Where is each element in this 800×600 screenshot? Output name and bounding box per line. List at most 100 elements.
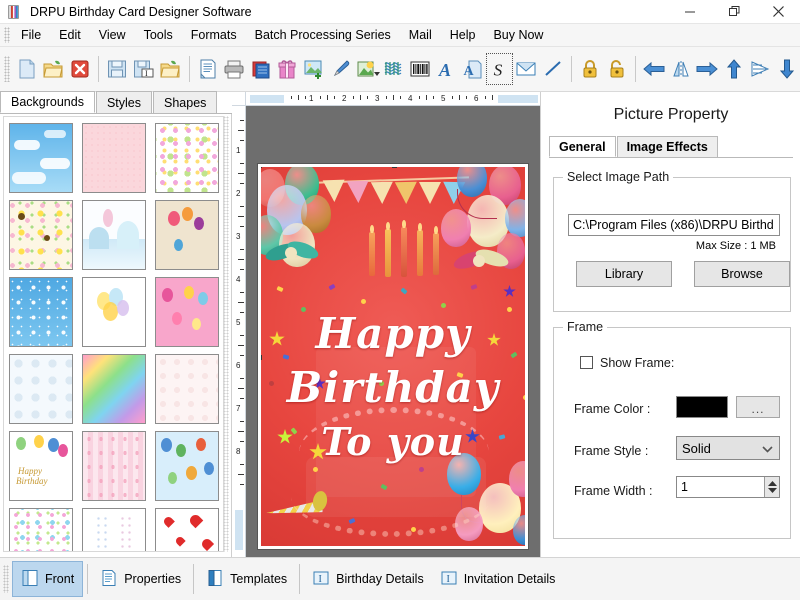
show-frame-checkbox[interactable] (580, 356, 593, 369)
background-thumbnail[interactable] (155, 431, 219, 501)
close-document-icon[interactable] (67, 53, 94, 85)
signature-icon[interactable]: S (486, 53, 513, 85)
close-button[interactable] (756, 0, 800, 24)
pen-icon[interactable] (327, 53, 354, 85)
watermark-icon[interactable] (380, 53, 407, 85)
background-thumbnail[interactable] (155, 123, 219, 193)
background-thumbnail[interactable] (155, 277, 219, 347)
menu-item-edit[interactable]: Edit (50, 25, 90, 45)
flip-horizontal-icon[interactable] (667, 53, 694, 85)
spinner-down-icon (767, 488, 777, 493)
gift-icon[interactable] (274, 53, 301, 85)
tab-styles[interactable]: Styles (95, 91, 153, 113)
spinner-buttons[interactable] (764, 477, 779, 497)
page-setup-icon[interactable] (195, 53, 222, 85)
selection-handle[interactable] (392, 167, 397, 168)
selection-handle[interactable] (258, 548, 262, 549)
tab-general[interactable]: General (549, 136, 616, 157)
menu-item-view[interactable]: View (90, 25, 135, 45)
export-folder-icon[interactable] (157, 53, 184, 85)
save-icon[interactable] (104, 53, 131, 85)
library-button[interactable]: Library (576, 261, 672, 287)
arrow-down-icon[interactable] (774, 53, 800, 85)
bottom-item-templates[interactable]: Templates (198, 561, 295, 597)
open-folder-icon[interactable] (40, 53, 67, 85)
arrow-up-icon[interactable] (721, 53, 748, 85)
background-thumbnail[interactable] (155, 200, 219, 270)
background-thumbnail[interactable] (9, 508, 73, 551)
bottom-item-front[interactable]: Front (12, 561, 84, 597)
minimize-button[interactable] (668, 0, 712, 24)
selection-handle[interactable] (261, 167, 262, 168)
image-gallery-icon[interactable] (354, 53, 381, 85)
toolbar-grip[interactable] (4, 56, 10, 82)
text-on-page-icon[interactable]: A (460, 53, 487, 85)
arrow-right-icon[interactable] (694, 53, 721, 85)
menu-item-buy-now[interactable]: Buy Now (484, 25, 552, 45)
new-document-icon[interactable] (14, 53, 41, 85)
background-thumbnail[interactable] (82, 431, 146, 501)
frame-color-swatch[interactable] (676, 396, 728, 418)
selection-handle[interactable] (526, 548, 528, 549)
bottom-bar-grip[interactable] (3, 565, 9, 593)
image-path-input[interactable]: C:\Program Files (x86)\DRPU Birthd (568, 214, 780, 236)
barcode-icon[interactable] (407, 53, 434, 85)
frame-width-stepper[interactable]: 1 (676, 476, 780, 498)
background-thumbnail[interactable] (82, 123, 146, 193)
selection-handle[interactable] (261, 355, 262, 360)
selection-handle[interactable] (526, 164, 528, 168)
arrow-left-icon[interactable] (641, 53, 668, 85)
chevron-down-icon[interactable] (762, 441, 773, 456)
print-icon[interactable] (221, 53, 248, 85)
background-thumbnail[interactable]: Happy Birthday (9, 431, 73, 501)
menu-item-formats[interactable]: Formats (182, 25, 246, 45)
insert-image-icon[interactable] (301, 53, 328, 85)
frame-color-picker-button[interactable]: ... (736, 396, 780, 418)
tab-image-effects[interactable]: Image Effects (616, 136, 718, 157)
menu-item-file[interactable]: File (12, 25, 50, 45)
background-thumbnail[interactable] (9, 354, 73, 424)
menu-item-mail[interactable]: Mail (400, 25, 441, 45)
frame-width-value: 1 (681, 480, 688, 494)
text-a-icon[interactable]: A (433, 53, 460, 85)
greeting-card[interactable]: Happy Birthday To you (258, 164, 528, 549)
card-stack-icon[interactable] (248, 53, 275, 85)
save-as-icon[interactable]: I (131, 53, 158, 85)
bottom-item-invitation-details[interactable]: I Invitation Details (432, 561, 564, 597)
page-title: Picture Property (613, 106, 729, 123)
tab-shapes[interactable]: Shapes (153, 91, 218, 113)
selection-handle[interactable] (392, 548, 397, 549)
bottom-separator (87, 564, 89, 594)
browse-button[interactable]: Browse (694, 261, 790, 287)
maximize-button[interactable] (712, 0, 756, 24)
lock-icon[interactable] (577, 53, 604, 85)
bottom-item-birthday-details[interactable]: I Birthday Details (304, 561, 432, 597)
menu-item-help[interactable]: Help (441, 25, 485, 45)
max-size-label: Max Size : 1 MB (695, 240, 776, 252)
background-thumbnail[interactable] (9, 277, 73, 347)
envelope-icon[interactable] (513, 53, 540, 85)
background-thumbnail[interactable] (82, 508, 146, 551)
menu-item-batch-processing-series[interactable]: Batch Processing Series (246, 25, 400, 45)
selection-handle[interactable] (526, 355, 528, 360)
menu-item-tools[interactable]: Tools (135, 25, 182, 45)
left-panel-scrollbar[interactable] (223, 116, 229, 552)
background-thumbnail[interactable] (9, 200, 73, 270)
background-thumbnail[interactable] (82, 200, 146, 270)
tab-backgrounds[interactable]: Backgrounds (0, 91, 95, 113)
svg-text:A: A (438, 60, 451, 80)
design-canvas[interactable]: Happy Birthday To you (246, 106, 540, 557)
background-thumbnail-list[interactable]: Happy Birthday (3, 116, 224, 552)
line-icon[interactable] (540, 53, 567, 85)
background-thumbnail[interactable] (155, 508, 219, 551)
unlock-icon[interactable] (603, 53, 630, 85)
align-icon[interactable] (747, 53, 774, 85)
background-thumbnail[interactable] (9, 123, 73, 193)
background-thumbnail[interactable] (82, 277, 146, 347)
bottom-item-properties[interactable]: Properties (92, 561, 189, 597)
svg-text:A: A (464, 64, 475, 79)
frame-style-select[interactable]: Solid (676, 436, 780, 460)
menu-grip[interactable] (4, 27, 10, 43)
background-thumbnail[interactable] (82, 354, 146, 424)
background-thumbnail[interactable] (155, 354, 219, 424)
